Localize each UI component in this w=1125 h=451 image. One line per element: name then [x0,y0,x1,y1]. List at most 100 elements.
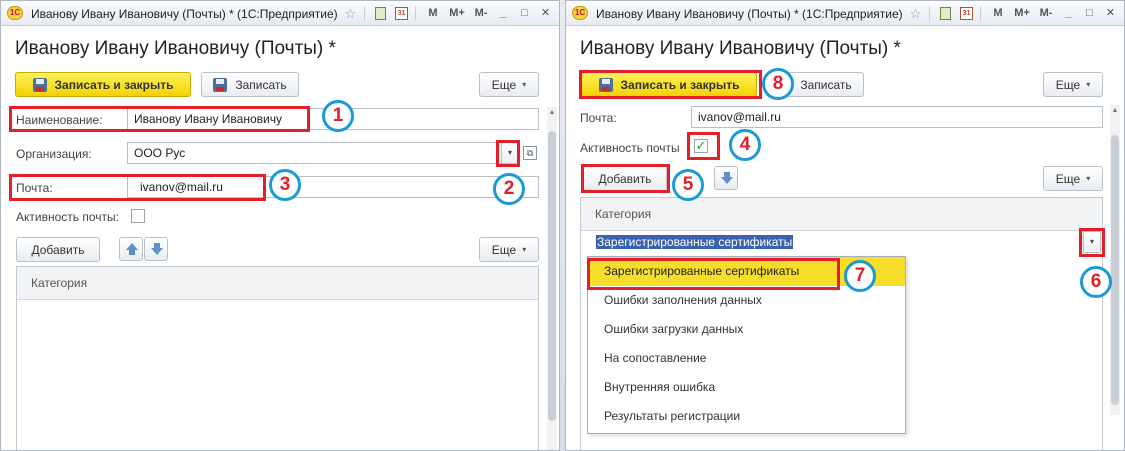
step-badge-6: 6 [1080,266,1112,298]
move-up-button[interactable] [119,237,143,261]
more-button[interactable]: Еще ▾ [1043,72,1103,97]
toolbar-separator [929,6,930,21]
save-button[interactable]: Записать [201,72,299,97]
calculator-icon [375,7,386,20]
step-badge-2: 2 [493,173,525,205]
save-and-close-button[interactable]: Записать и закрыть [581,72,757,97]
table-more-label: Еще [491,242,517,257]
calendar-icon: 31 [960,7,973,20]
dropdown-option[interactable]: Ошибки загрузки данных [588,315,905,344]
toolbar-separator [415,6,416,21]
title-toolbar: ☆ 31 M M+ M- _ □ ✕ [904,4,1120,23]
step-badge-7: 7 [844,260,876,292]
organization-dropdown-button[interactable]: ▾ [501,142,519,164]
calculator-button[interactable] [371,4,390,23]
email-active-label: Активность почты [580,141,680,155]
save-label: Записать [800,77,852,92]
scroll-up-arrow-icon[interactable]: ▲ [548,109,556,116]
memory-plus-button[interactable]: M+ [446,4,468,23]
email-active-checkbox[interactable] [131,209,145,223]
arrow-up-stem [129,250,135,255]
move-down-button[interactable] [714,166,738,190]
chevron-down-icon: ▾ [522,245,527,254]
scroll-up-arrow-icon[interactable]: ▲ [1111,107,1119,114]
organization-field[interactable]: ООО Рус [127,142,519,164]
title-toolbar: ☆ 31 M M+ M- _ □ ✕ [339,4,555,23]
table-more-button[interactable]: Еще ▾ [1043,166,1103,191]
dropdown-option[interactable]: Внутренняя ошибка [588,373,905,402]
memory-plus-button[interactable]: M+ [1011,4,1033,23]
memory-minus-button[interactable]: M- [470,4,492,23]
maximize-button[interactable]: □ [515,4,534,23]
calendar-button[interactable]: 31 [392,4,411,23]
email-label: Почта: [16,181,53,195]
app-logo-icon: 1C [572,6,588,20]
minimize-button[interactable]: _ [1059,4,1078,23]
email-field[interactable]: ivanov@mail.ru [127,176,539,198]
close-button[interactable]: ✕ [1101,4,1120,23]
dropdown-option[interactable]: Результаты регистрации [588,402,905,431]
more-label: Еще [1055,77,1081,92]
form-title: Иванову Ивану Ивановичу (Почты) * [15,38,336,59]
floppy-disk-icon [598,77,613,92]
add-label: Добавить [598,171,652,186]
add-button[interactable]: Добавить [583,166,667,191]
left-window: 1C Иванову Ивану Ивановичу (Почты) * (1С… [0,0,560,451]
close-button[interactable]: ✕ [536,4,555,23]
table-more-label: Еще [1055,171,1081,186]
step-badge-8: 8 [762,68,794,100]
category-table[interactable]: Категория [16,266,539,450]
table-header-category: Категория [17,267,538,300]
save-and-close-label: Записать и закрыть [620,77,740,92]
favorite-star-icon[interactable]: ☆ [341,4,360,23]
table-more-button[interactable]: Еще ▾ [479,237,539,262]
form-title: Иванову Ивану Ивановичу (Почты) * [580,38,901,59]
name-label: Наименование: [16,113,103,127]
step-badge-3: 3 [269,169,301,201]
selected-category-text: Зарегистрированные сертификаты [596,235,794,249]
title-bar[interactable]: 1C Иванову Ивану Ивановичу (Почты) * (1С… [566,1,1124,26]
memory-button[interactable]: M [987,4,1009,23]
favorite-star-icon[interactable]: ☆ [906,4,925,23]
save-and-close-label: Записать и закрыть [54,77,174,92]
vertical-scrollbar[interactable]: ▲ [547,107,557,450]
step-badge-5: 5 [672,169,704,201]
title-bar[interactable]: 1C Иванову Ивану Ивановичу (Почты) * (1С… [1,1,559,26]
email-label: Почта: [580,111,617,125]
organization-label: Организация: [16,147,92,161]
save-and-close-button[interactable]: Записать и закрыть [15,72,191,97]
arrow-down-icon [721,177,733,184]
calendar-icon: 31 [395,7,408,20]
calculator-icon [940,7,951,20]
window-title: Иванову Ивану Ивановичу (Почты) * (1С:Пр… [31,7,338,21]
chevron-down-icon: ▾ [522,80,527,89]
window-title: Иванову Ивану Ивановичу (Почты) * (1С:Пр… [596,7,903,21]
open-link-icon[interactable]: ⧉ [523,146,537,160]
email-field[interactable]: ivanov@mail.ru [691,106,1103,128]
step-badge-1: 1 [322,100,354,132]
right-window: 1C Иванову Ивану Ивановичу (Почты) * (1С… [565,0,1125,451]
minimize-button[interactable]: _ [494,4,513,23]
dropdown-option[interactable]: На сопоставление [588,344,905,373]
email-active-checkbox[interactable]: ✓ [694,139,708,153]
add-button[interactable]: Добавить [16,237,100,262]
memory-minus-button[interactable]: M- [1035,4,1057,23]
category-cell-edit[interactable]: Зарегистрированные сертификаты [594,232,795,254]
email-active-label: Активность почты: [16,210,119,224]
vertical-scrollbar[interactable]: ▲ [1110,105,1120,415]
calendar-button[interactable]: 31 [957,4,976,23]
category-dropdown-button[interactable]: ▾ [1083,231,1101,253]
memory-button[interactable]: M [422,4,444,23]
toolbar-separator [364,6,365,21]
step-badge-4: 4 [729,129,761,161]
scroll-thumb[interactable] [548,131,556,421]
maximize-button[interactable]: □ [1080,4,1099,23]
calculator-button[interactable] [936,4,955,23]
app-logo-icon: 1C [7,6,23,20]
move-down-button[interactable] [144,237,168,261]
scroll-thumb[interactable] [1111,135,1119,405]
chevron-down-icon: ▾ [1086,80,1091,89]
more-button[interactable]: Еще ▾ [479,72,539,97]
toolbar-separator [980,6,981,21]
arrow-down-icon [151,248,163,255]
